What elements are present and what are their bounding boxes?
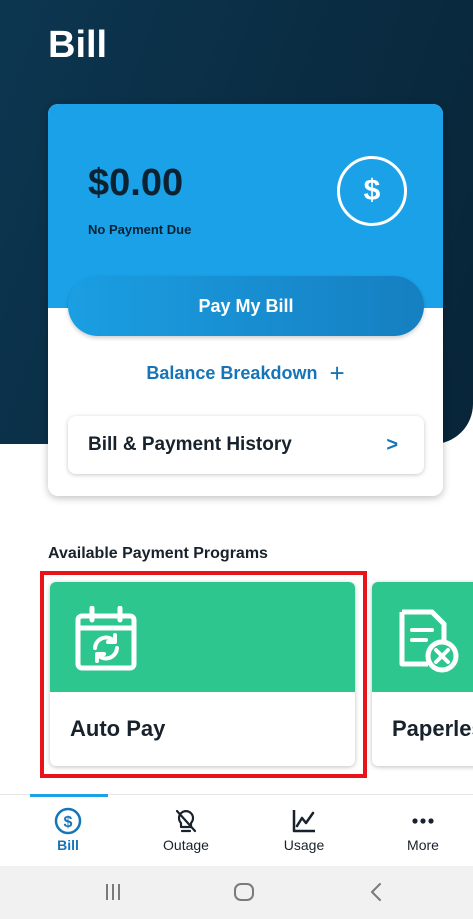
balance-breakdown-label: Balance Breakdown — [146, 362, 318, 383]
plus-icon: + — [329, 358, 345, 388]
dollar-icon: $ — [337, 156, 407, 226]
back-icon[interactable] — [366, 880, 386, 904]
programs-heading: Available Payment Programs — [48, 545, 268, 562]
amount-due: $0.00 — [88, 162, 184, 204]
svg-text:$: $ — [64, 814, 73, 831]
history-label: Bill & Payment History — [88, 434, 292, 455]
dollar-circle-icon: $ — [54, 807, 82, 835]
nav-label-bill: Bill — [57, 837, 79, 853]
chevron-right-icon: > — [386, 433, 398, 456]
nav-item-usage[interactable]: Usage — [259, 805, 349, 865]
active-tab-indicator — [30, 794, 108, 797]
home-icon[interactable] — [232, 880, 256, 904]
balance-breakdown-toggle[interactable]: Balance Breakdown + — [48, 360, 443, 386]
nav-label-usage: Usage — [283, 837, 325, 853]
paperless-card[interactable]: Paperless — [372, 582, 473, 766]
auto-pay-card-banner — [50, 582, 355, 692]
lightbulb-off-icon — [175, 809, 197, 833]
bottom-navigation: $ Bill Outage Usage More — [0, 794, 473, 866]
calendar-sync-icon — [75, 606, 137, 671]
document-x-icon — [399, 609, 459, 673]
paperless-card-banner — [372, 582, 473, 692]
bill-summary-card: $0.00 No Payment Due $ Pay My Bill Balan… — [48, 104, 443, 496]
page-title: Bill — [48, 24, 108, 66]
payment-status: No Payment Due — [88, 222, 192, 237]
android-system-bar — [0, 866, 473, 919]
nav-item-bill[interactable]: $ Bill — [23, 805, 113, 865]
nav-label-outage: Outage — [163, 837, 209, 853]
nav-label-more: More — [407, 837, 439, 853]
nav-item-outage[interactable]: Outage — [141, 805, 231, 865]
line-chart-icon — [292, 810, 315, 833]
more-dots-icon — [412, 818, 434, 824]
recent-apps-icon[interactable] — [103, 880, 123, 904]
pay-my-bill-button[interactable]: Pay My Bill — [68, 276, 424, 336]
paperless-label: Paperless — [392, 716, 473, 741]
auto-pay-card[interactable]: Auto Pay — [50, 582, 355, 766]
bill-payment-history-link[interactable]: Bill & Payment History > — [68, 416, 424, 474]
nav-item-more[interactable]: More — [378, 805, 468, 865]
auto-pay-label: Auto Pay — [70, 716, 166, 741]
